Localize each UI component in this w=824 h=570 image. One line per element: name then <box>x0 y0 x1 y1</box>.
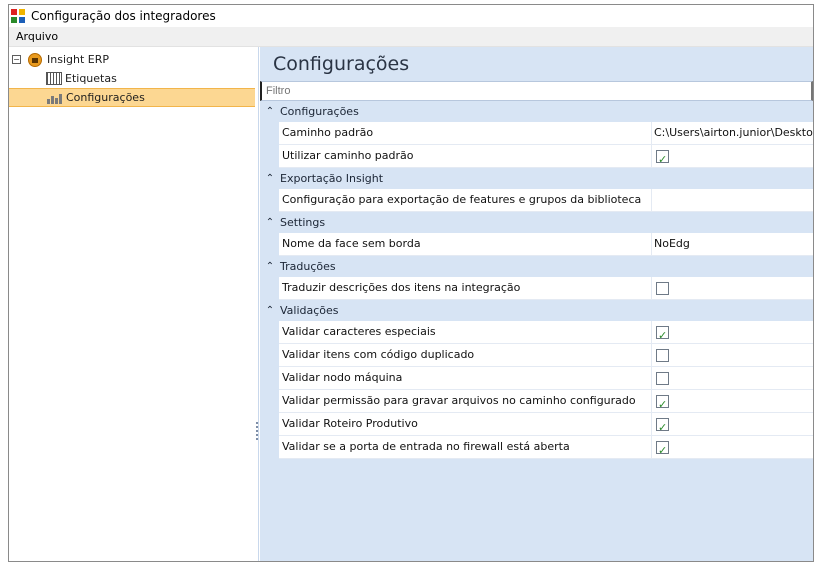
property-value <box>652 277 813 300</box>
group-settings[interactable]: ⌃ Settings <box>260 212 813 233</box>
caret-up-icon[interactable]: ⌃ <box>260 106 280 117</box>
collapse-icon[interactable]: − <box>12 55 21 64</box>
caret-up-icon[interactable]: ⌃ <box>260 261 280 272</box>
property-row: Utilizar caminho padrão <box>260 145 813 168</box>
property-value <box>652 321 813 344</box>
checkbox[interactable] <box>656 348 669 362</box>
property-name: Validar se a porta de entrada no firewal… <box>279 436 652 459</box>
property-name: Configuração para exportação de features… <box>279 189 652 212</box>
property-row: Validar nodo máquina <box>260 367 813 390</box>
property-name: Caminho padrão <box>279 122 652 145</box>
app-icon <box>11 9 25 23</box>
window-title: Configuração dos integradores <box>31 9 216 23</box>
property-value <box>652 344 813 367</box>
property-value <box>652 413 813 436</box>
group-title: Validações <box>280 304 339 317</box>
property-row: Traduzir descrições dos itens na integra… <box>260 277 813 300</box>
checkbox[interactable] <box>656 325 669 343</box>
property-name: Validar nodo máquina <box>279 367 652 390</box>
checkbox[interactable] <box>656 394 669 412</box>
property-name: Validar Roteiro Produtivo <box>279 413 652 436</box>
property-row: Caminho padrão C:\Users\airton.junior\De… <box>260 122 813 145</box>
property-grid: ⌃ Configurações Caminho padrão C:\Users\… <box>260 101 813 459</box>
property-row: Validar Roteiro Produtivo <box>260 413 813 436</box>
property-row: Validar itens com código duplicado <box>260 344 813 367</box>
property-value[interactable]: C:\Users\airton.junior\Desktop <box>652 122 813 145</box>
splitter-handle[interactable] <box>256 422 258 442</box>
property-row: Configuração para exportação de features… <box>260 189 813 212</box>
property-name: Nome da face sem borda <box>279 233 652 256</box>
tree-node-label: Configurações <box>66 91 145 104</box>
tree-node-configuracoes[interactable]: Configurações <box>9 88 255 107</box>
panel-header: Configurações <box>260 47 813 81</box>
erp-icon <box>28 52 42 67</box>
title-bar: Configuração dos integradores <box>9 5 813 27</box>
labels-icon <box>46 72 62 85</box>
caret-up-icon[interactable]: ⌃ <box>260 305 280 316</box>
checkbox[interactable] <box>656 149 669 167</box>
group-configuracoes[interactable]: ⌃ Configurações <box>260 101 813 122</box>
group-exportacao-insight[interactable]: ⌃ Exportação Insight <box>260 168 813 189</box>
chart-icon <box>46 91 62 104</box>
property-name: Validar itens com código duplicado <box>279 344 652 367</box>
property-row: Validar permissão para gravar arquivos n… <box>260 390 813 413</box>
filter-input[interactable] <box>260 81 813 101</box>
property-value[interactable] <box>652 189 813 212</box>
property-name: Utilizar caminho padrão <box>279 145 652 168</box>
checkbox[interactable] <box>656 440 669 458</box>
group-title: Configurações <box>280 105 359 118</box>
group-title: Settings <box>280 216 326 229</box>
main-window: Configuração dos integradores Arquivo − … <box>8 4 814 562</box>
property-value <box>652 145 813 168</box>
property-row: Validar caracteres especiais <box>260 321 813 344</box>
property-panel: Configurações ⌃ Configurações Caminho pa… <box>260 47 813 561</box>
group-title: Traduções <box>280 260 336 273</box>
tree-node-label: Etiquetas <box>65 72 117 85</box>
tree-node-insight-erp[interactable]: − Insight ERP <box>12 50 252 69</box>
menu-bar: Arquivo <box>9 27 813 47</box>
checkbox[interactable] <box>656 417 669 435</box>
caret-up-icon[interactable]: ⌃ <box>260 173 280 184</box>
property-value <box>652 390 813 413</box>
tree-node-label: Insight ERP <box>47 53 109 66</box>
property-value <box>652 436 813 459</box>
group-traducoes[interactable]: ⌃ Traduções <box>260 256 813 277</box>
menu-arquivo[interactable]: Arquivo <box>9 30 65 43</box>
property-name: Validar permissão para gravar arquivos n… <box>279 390 652 413</box>
checkbox[interactable] <box>656 281 669 295</box>
navigation-tree: − Insight ERP Etiquetas Configurações <box>9 47 259 561</box>
tree-node-etiquetas[interactable]: Etiquetas <box>46 69 256 88</box>
property-value <box>652 367 813 390</box>
group-validacoes[interactable]: ⌃ Validações <box>260 300 813 321</box>
property-row: Nome da face sem borda NoEdg <box>260 233 813 256</box>
caret-up-icon[interactable]: ⌃ <box>260 217 280 228</box>
property-row: Validar se a porta de entrada no firewal… <box>260 436 813 459</box>
page-title: Configurações <box>273 53 410 75</box>
group-title: Exportação Insight <box>280 172 384 185</box>
property-name: Validar caracteres especiais <box>279 321 652 344</box>
property-value[interactable]: NoEdg <box>652 233 813 256</box>
checkbox[interactable] <box>656 371 669 385</box>
property-name: Traduzir descrições dos itens na integra… <box>279 277 652 300</box>
